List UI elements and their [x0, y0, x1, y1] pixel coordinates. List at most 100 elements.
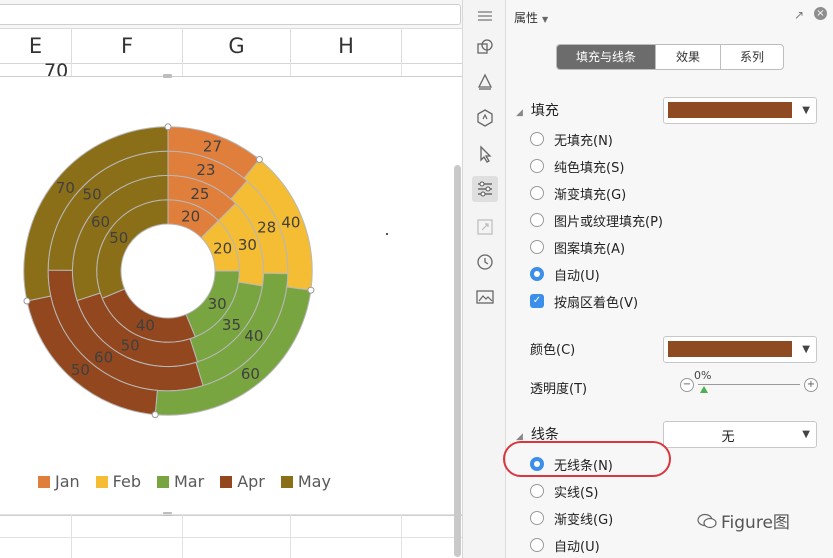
fill-option-picture[interactable]: 图片或纹理填充(P)	[530, 210, 663, 230]
line-option-solid[interactable]: 实线(S)	[530, 481, 598, 501]
fill-option-none[interactable]: 无填充(N)	[530, 129, 613, 149]
option-label: 实线(S)	[554, 485, 599, 501]
selection-handle[interactable]	[164, 123, 172, 131]
shapes-icon[interactable]	[474, 36, 496, 58]
radio-button[interactable]	[530, 511, 544, 525]
grid-line	[290, 63, 291, 77]
radio-button[interactable]	[530, 213, 544, 227]
resize-handle-top[interactable]	[163, 74, 172, 78]
data-label: 60	[94, 348, 113, 366]
plus-icon[interactable]: +	[804, 378, 818, 392]
line-type-value: 无	[721, 430, 735, 445]
image-icon[interactable]	[474, 286, 496, 308]
grid-line	[182, 514, 183, 558]
option-label: 图片或纹理填充(P)	[554, 214, 663, 230]
panel-tabs: 填充与线条 效果 系列	[556, 44, 784, 70]
legend-swatch	[280, 475, 293, 488]
radio-button[interactable]	[530, 240, 544, 254]
data-label: 60	[241, 365, 260, 383]
legend-swatch	[95, 475, 108, 488]
legend-swatch	[157, 475, 169, 488]
data-label: 50	[71, 361, 90, 379]
chart-area[interactable]: 20 20 30 40 50 25 30 35 50 60 23 28 40 60 50 27 40 60 50 70	[0, 74, 462, 516]
history-icon[interactable]	[474, 251, 496, 273]
column-header-g[interactable]: G	[183, 29, 291, 64]
transparency-slider[interactable]: − 0% +	[680, 369, 818, 397]
option-label: 无填充(N)	[554, 133, 613, 149]
option-label: 纯色填充(S)	[554, 160, 625, 176]
fill-option-solid[interactable]: 纯色填充(S)	[530, 156, 624, 176]
data-label: 50	[109, 229, 128, 247]
line-type-dropdown[interactable]: 无 ▼	[663, 421, 817, 448]
hexagon-icon[interactable]	[474, 107, 496, 129]
line-option-auto[interactable]: 自动(U)	[530, 535, 600, 555]
column-header-h[interactable]: H	[291, 29, 402, 64]
selection-handle[interactable]	[151, 411, 159, 419]
slider-thumb[interactable]	[700, 386, 708, 393]
legend-item: Apr	[220, 472, 265, 491]
checkbox-checked[interactable]: ✓	[530, 294, 544, 308]
tab-fill-line[interactable]: 填充与线条	[557, 45, 656, 69]
radio-button[interactable]	[530, 538, 544, 552]
data-label: 20	[213, 239, 232, 257]
grid-line	[401, 63, 402, 77]
menu-icon[interactable]	[474, 5, 496, 27]
fill-color-swatch	[668, 102, 792, 118]
color-dropdown[interactable]: ▼	[663, 336, 817, 363]
data-label: 28	[257, 219, 276, 237]
legend-item: May	[280, 472, 331, 491]
panel-title[interactable]: 属性 ▼	[514, 9, 548, 26]
grid-line	[71, 63, 72, 77]
fill-option-gradient[interactable]: 渐变填充(G)	[530, 183, 626, 203]
radio-button[interactable]	[530, 484, 544, 498]
panel-title-text: 属性	[514, 11, 539, 25]
vary-colors-checkbox-row[interactable]: ✓ 按扇区着色(V)	[530, 291, 638, 311]
color-swatch	[668, 341, 792, 357]
fill-option-pattern[interactable]: 图案填充(A)	[530, 237, 625, 257]
selection-handle[interactable]	[23, 297, 31, 305]
properties-icon[interactable]	[472, 176, 498, 202]
radio-button[interactable]	[530, 186, 544, 200]
formula-input[interactable]	[0, 4, 461, 25]
radio-button[interactable]	[530, 132, 544, 146]
tab-effects[interactable]: 效果	[656, 45, 721, 69]
pin-icon[interactable]: ↗	[794, 8, 804, 22]
grid-line	[0, 514, 462, 515]
doughnut-chart[interactable]: 2020304050253035506023284060502740605070	[0, 77, 462, 515]
option-label: 按扇区着色(V)	[554, 295, 639, 311]
fill-section-heading[interactable]: ◢ 填充	[516, 100, 559, 120]
style-icon[interactable]	[474, 71, 496, 93]
column-header-e[interactable]: E	[0, 29, 72, 64]
vertical-scrollbar[interactable]	[454, 165, 461, 557]
data-label: 60	[91, 213, 110, 231]
legend-label: Apr	[237, 472, 265, 491]
tab-series[interactable]: 系列	[721, 45, 783, 69]
slider-track[interactable]	[698, 384, 800, 385]
data-label: 25	[190, 185, 209, 203]
data-label: 23	[196, 161, 215, 179]
column-header-f[interactable]: F	[72, 29, 183, 64]
selection-handle[interactable]	[307, 286, 315, 294]
legend-item: Mar	[157, 472, 204, 491]
legend-label: Jan	[55, 472, 80, 491]
transform-icon[interactable]	[474, 216, 496, 238]
radio-button-selected[interactable]	[530, 267, 544, 281]
cursor-icon[interactable]	[474, 143, 496, 165]
radio-button[interactable]	[530, 159, 544, 173]
minus-icon[interactable]: −	[680, 378, 694, 392]
fill-option-auto[interactable]: 自动(U)	[530, 264, 600, 284]
wechat-icon	[697, 513, 717, 528]
grid-line	[71, 514, 72, 558]
fill-color-dropdown[interactable]: ▼	[663, 97, 817, 124]
legend-swatch	[38, 475, 50, 488]
side-icon-bar	[463, 0, 506, 558]
selection-handle[interactable]	[255, 155, 263, 163]
formula-bar	[0, 0, 462, 29]
fill-heading-text: 填充	[530, 103, 559, 119]
color-label: 颜色(C)	[530, 343, 576, 358]
close-icon[interactable]: ×	[814, 7, 827, 20]
option-label: 渐变填充(G)	[554, 187, 627, 203]
line-option-gradient[interactable]: 渐变线(G)	[530, 508, 613, 528]
option-label: 图案填充(A)	[554, 241, 626, 257]
option-label: 自动(U)	[554, 539, 600, 555]
